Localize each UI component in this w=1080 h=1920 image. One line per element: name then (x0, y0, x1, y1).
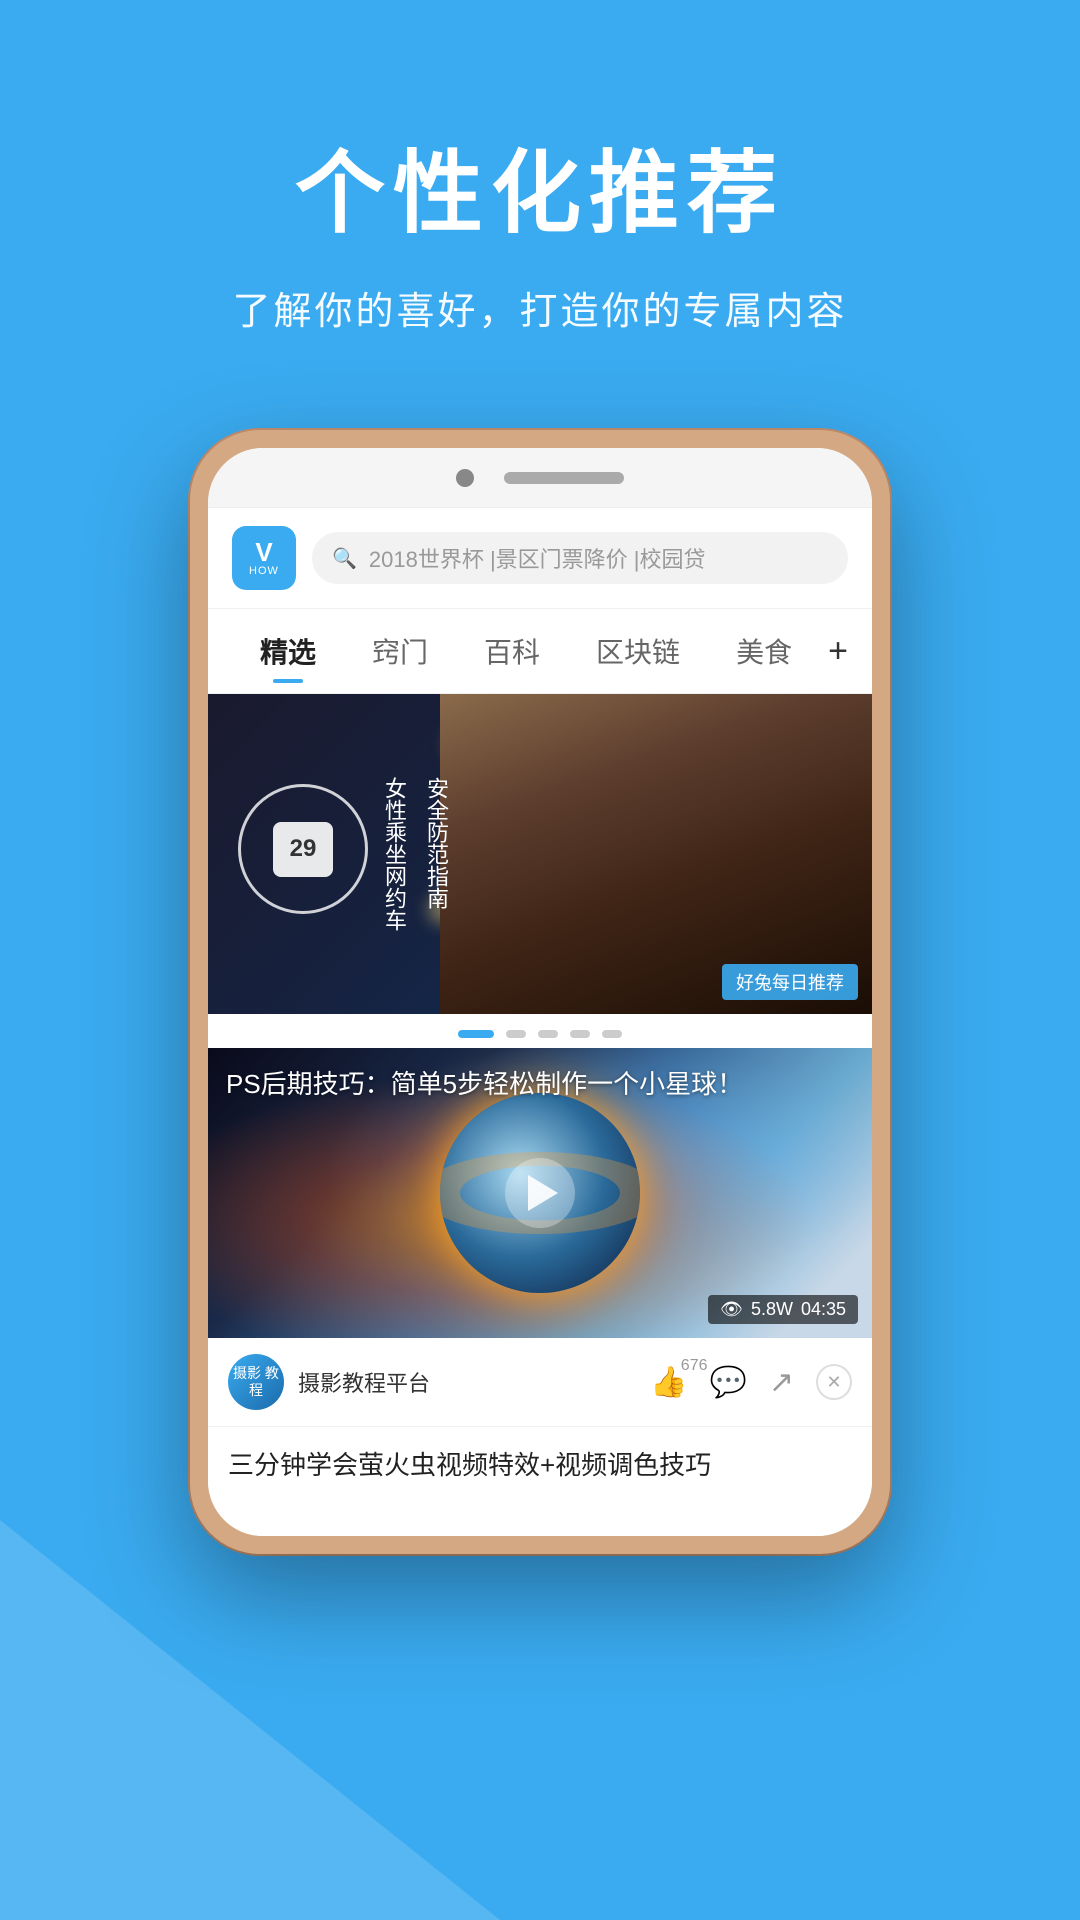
phone-outer-frame: V HOW 🔍 2018世界杯 |景区门票降价 |校园贷 精选 窍门 百科 区块… (190, 430, 890, 1554)
add-tab-button[interactable]: + (828, 632, 848, 671)
carousel-dot-5[interactable] (602, 1030, 622, 1038)
carousel-dot-4[interactable] (570, 1030, 590, 1038)
calendar-icon: 29 (273, 822, 333, 877)
app-logo[interactable]: V HOW (232, 526, 296, 590)
banner-background: 29 女性乘坐网约车 安全防范指南 好兔每日推荐 (208, 694, 872, 1014)
carousel-dot-3[interactable] (538, 1030, 558, 1038)
banner-tag: 好兔每日推荐 (722, 964, 858, 1000)
speaker-bar (504, 472, 624, 484)
next-card-preview[interactable]: 三分钟学会萤火虫视频特效+视频调色技巧 (208, 1427, 872, 1496)
next-card-title: 三分钟学会萤火虫视频特效+视频调色技巧 (228, 1445, 852, 1482)
phone-screen: V HOW 🔍 2018世界杯 |景区门票降价 |校园贷 精选 窍门 百科 区块… (208, 448, 872, 1536)
video-title: PS后期技巧：简单5步轻松制作一个小星球！ (226, 1066, 854, 1102)
author-avatar: 摄影 教程 (228, 1354, 284, 1410)
comment-button[interactable]: 💬 (710, 1365, 747, 1400)
tab-qiaomen[interactable]: 窍门 (344, 623, 456, 679)
logo-letter: V (255, 539, 272, 565)
carousel-dots (208, 1014, 872, 1048)
banner-text-col2: 安全防范指南 (420, 777, 452, 931)
app-header: V HOW 🔍 2018世界杯 |景区门票降价 |校园贷 (208, 508, 872, 609)
phone-top-bar (208, 448, 872, 508)
author-name: 摄影教程平台 (298, 1366, 636, 1398)
tab-quklian[interactable]: 区块链 (568, 623, 708, 679)
banner-left-content: 29 (238, 784, 368, 924)
app-content: V HOW 🔍 2018世界杯 |景区门票降价 |校园贷 精选 窍门 百科 区块… (208, 508, 872, 1536)
tab-meishi[interactable]: 美食 (708, 623, 820, 679)
like-button[interactable]: 👍 676 (650, 1365, 687, 1400)
header-section: 个性化推荐 了解你的喜好，打造你的专属内容 (0, 120, 1080, 335)
video-footer: 摄影 教程 摄影教程平台 👍 676 💬 ↗ ✕ (208, 1338, 872, 1427)
calendar-circle: 29 (238, 784, 368, 914)
tab-jingxuan[interactable]: 精选 (232, 623, 344, 679)
search-icon: 🔍 (332, 546, 357, 571)
carousel-dot-1[interactable] (458, 1030, 494, 1038)
play-icon (528, 1175, 558, 1211)
like-count: 676 (681, 1357, 708, 1375)
video-card[interactable]: PS后期技巧：简单5步轻松制作一个小星球！ 👁 5.8W 04:35 摄影 教程… (208, 1048, 872, 1427)
calendar-day: 29 (290, 835, 317, 863)
phone-bottom-spacer (208, 1496, 872, 1536)
banner-text-columns: 女性乘坐网约车 安全防范指南 (378, 777, 452, 931)
camera-dot (456, 469, 474, 487)
video-duration: 04:35 (801, 1299, 846, 1320)
search-bar[interactable]: 🔍 2018世界杯 |景区门票降价 |校园贷 (312, 532, 848, 584)
nav-tabs: 精选 窍门 百科 区块链 美食 + (208, 609, 872, 694)
banner-carousel[interactable]: 29 女性乘坐网约车 安全防范指南 好兔每日推荐 (208, 694, 872, 1014)
views-icon: 👁 (720, 1299, 743, 1320)
play-button[interactable] (505, 1158, 575, 1228)
views-count: 5.8W (751, 1299, 793, 1320)
phone-mockup: V HOW 🔍 2018世界杯 |景区门票降价 |校园贷 精选 窍门 百科 区块… (190, 430, 890, 1554)
banner-text-col1: 女性乘坐网约车 (378, 777, 410, 931)
search-placeholder-text: 2018世界杯 |景区门票降价 |校园贷 (369, 542, 706, 574)
share-button[interactable]: ↗ (769, 1365, 794, 1400)
banner-text-area: 女性乘坐网约车 安全防范指南 (378, 777, 452, 931)
video-meta: 👁 5.8W 04:35 (708, 1295, 858, 1324)
main-title: 个性化推荐 (0, 120, 1080, 250)
sub-title: 了解你的喜好，打造你的专属内容 (0, 280, 1080, 335)
action-icons: 👍 676 💬 ↗ ✕ (650, 1364, 852, 1400)
close-button[interactable]: ✕ (816, 1364, 852, 1400)
carousel-dot-2[interactable] (506, 1030, 526, 1038)
video-thumbnail[interactable]: PS后期技巧：简单5步轻松制作一个小星球！ 👁 5.8W 04:35 (208, 1048, 872, 1338)
tab-baike[interactable]: 百科 (456, 623, 568, 679)
logo-text: HOW (249, 565, 279, 577)
